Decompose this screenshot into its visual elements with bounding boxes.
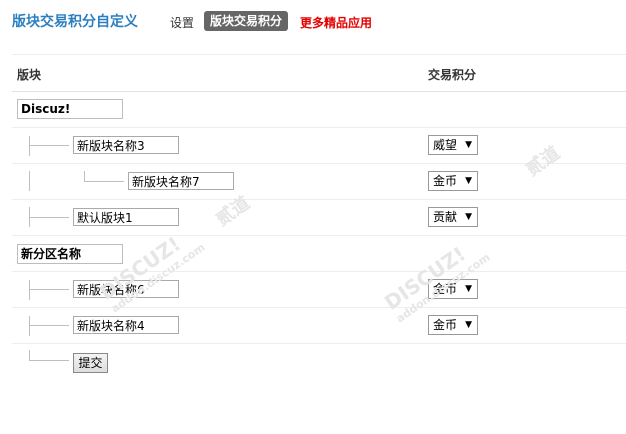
tree-line bbox=[29, 280, 30, 300]
credit-select-value: 贡献 bbox=[433, 210, 458, 224]
forum-name-input[interactable]: 新版块名称3 bbox=[73, 136, 179, 154]
page-title: 版块交易积分自定义 bbox=[12, 14, 138, 30]
tree-line bbox=[29, 360, 69, 361]
credit-select[interactable]: 威望 ▼ bbox=[428, 135, 478, 155]
group-name-input[interactable]: 新分区名称 bbox=[17, 244, 123, 264]
divider bbox=[12, 307, 626, 308]
credit-select[interactable]: 金币 ▼ bbox=[428, 315, 478, 335]
column-header-forum: 版块 bbox=[17, 68, 42, 82]
credit-select-value: 金币 bbox=[433, 174, 458, 188]
watermark-brand: DISCUZ! bbox=[380, 241, 470, 315]
forum-name-input[interactable]: 新版块名称7 bbox=[128, 172, 234, 190]
submit-button[interactable]: 提交 bbox=[73, 353, 108, 373]
forum-name-input[interactable]: 新版块名称4 bbox=[73, 316, 179, 334]
divider bbox=[12, 199, 626, 200]
caret-down-icon: ▼ bbox=[465, 176, 472, 186]
credit-select[interactable]: 金币 ▼ bbox=[428, 171, 478, 191]
tree-line bbox=[29, 316, 30, 336]
watermark-seal: 贰道 bbox=[522, 142, 564, 181]
tree-line bbox=[29, 136, 30, 156]
divider bbox=[12, 343, 626, 344]
nav-settings-link[interactable]: 设置 bbox=[170, 14, 194, 31]
credit-select[interactable]: 贡献 ▼ bbox=[428, 207, 478, 227]
divider bbox=[12, 235, 626, 236]
credit-select-value: 威望 bbox=[433, 138, 458, 152]
credit-select-value: 金币 bbox=[433, 282, 458, 296]
nav-more-apps-link[interactable]: 更多精品应用 bbox=[300, 14, 372, 31]
divider bbox=[12, 127, 626, 128]
credit-select[interactable]: 金币 ▼ bbox=[428, 279, 478, 299]
tree-line bbox=[29, 171, 30, 191]
divider bbox=[12, 91, 626, 92]
forum-name-input[interactable]: 默认版块1 bbox=[73, 208, 179, 226]
credit-select-value: 金币 bbox=[433, 318, 458, 332]
caret-down-icon: ▼ bbox=[465, 320, 472, 330]
group-name-input[interactable]: Discuz! bbox=[17, 99, 123, 119]
watermark-seal: 贰道 bbox=[212, 192, 254, 231]
tree-line bbox=[84, 181, 124, 182]
divider bbox=[12, 54, 626, 55]
caret-down-icon: ▼ bbox=[465, 284, 472, 294]
tree-line bbox=[29, 325, 69, 326]
caret-down-icon: ▼ bbox=[465, 212, 472, 222]
tree-line bbox=[29, 217, 69, 218]
tree-line bbox=[29, 289, 69, 290]
watermark-url: addon.discuz.com bbox=[108, 240, 208, 316]
column-header-credit: 交易积分 bbox=[428, 68, 477, 82]
divider bbox=[12, 163, 626, 164]
tree-line bbox=[29, 350, 30, 360]
tree-line bbox=[29, 145, 69, 146]
nav-active-tab[interactable]: 版块交易积分 bbox=[204, 11, 289, 31]
tree-line bbox=[84, 171, 85, 181]
divider bbox=[12, 271, 626, 272]
caret-down-icon: ▼ bbox=[465, 140, 472, 150]
forum-name-input[interactable]: 新版块名称6 bbox=[73, 280, 179, 298]
